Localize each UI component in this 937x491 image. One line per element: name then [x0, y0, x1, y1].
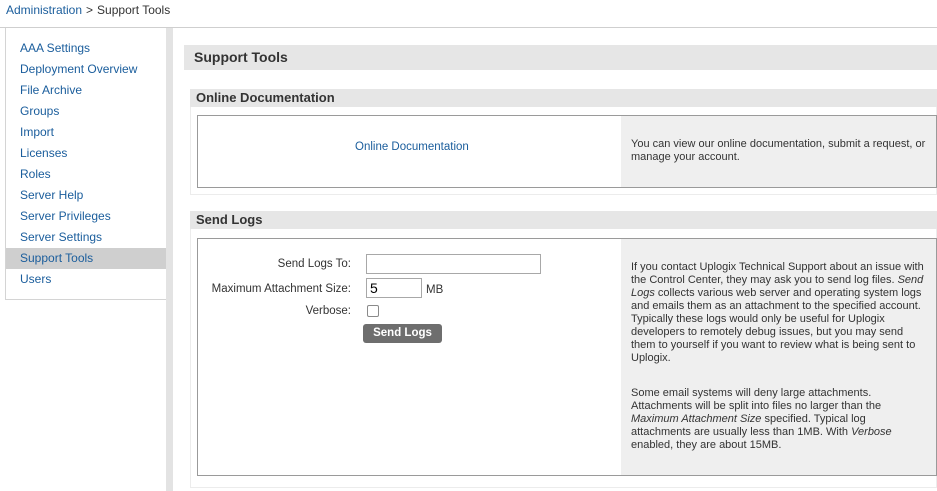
send-logs-to-label: Send Logs To:	[277, 258, 351, 270]
online-docs-header: Online Documentation	[190, 89, 937, 107]
breadcrumb-separator: >	[86, 3, 94, 17]
send-logs-header: Send Logs	[190, 211, 937, 229]
breadcrumb-current: Support Tools	[97, 3, 171, 17]
online-documentation-link[interactable]: Online Documentation	[355, 141, 469, 153]
sidebar-item-roles[interactable]: Roles	[6, 164, 167, 185]
sidebar-item-users[interactable]: Users	[6, 269, 167, 290]
help-text: Some email systems will deny large attac…	[631, 387, 882, 412]
send-logs-help-paragraph-1: If you contact Uplogix Technical Support…	[631, 261, 926, 365]
max-attachment-size-input[interactable]	[366, 278, 422, 298]
help-text: If you contact Uplogix Technical Support…	[631, 261, 924, 286]
breadcrumb-administration-link[interactable]: Administration	[6, 3, 82, 17]
sidebar-item-licenses[interactable]: Licenses	[6, 143, 167, 164]
sidebar: AAA Settings Deployment Overview File Ar…	[5, 28, 167, 300]
max-attachment-size-unit: MB	[426, 284, 444, 296]
send-logs-help: If you contact Uplogix Technical Support…	[621, 239, 936, 475]
sidebar-item-server-help[interactable]: Server Help	[6, 185, 167, 206]
sidebar-item-server-settings[interactable]: Server Settings	[6, 227, 167, 248]
online-docs-help: You can view our online documentation, s…	[621, 116, 936, 187]
sidebar-item-support-tools[interactable]: Support Tools	[6, 248, 167, 269]
sidebar-menu: AAA Settings Deployment Overview File Ar…	[6, 38, 167, 290]
max-attachment-size-label: Maximum Attachment Size:	[211, 283, 351, 295]
help-emphasis: Maximum Attachment Size	[631, 413, 762, 425]
main-content: Support Tools Online Documentation Onlin…	[173, 28, 937, 491]
sidebar-item-aaa-settings[interactable]: AAA Settings	[6, 38, 167, 59]
help-text: collects various web server and operatin…	[631, 287, 922, 364]
send-logs-to-input[interactable]	[366, 254, 541, 274]
sidebar-item-file-archive[interactable]: File Archive	[6, 80, 167, 101]
sidebar-item-import[interactable]: Import	[6, 122, 167, 143]
help-emphasis: Verbose	[851, 426, 892, 438]
sidebar-item-server-privileges[interactable]: Server Privileges	[6, 206, 167, 227]
send-logs-help-paragraph-2: Some email systems will deny large attac…	[631, 387, 926, 452]
send-logs-panel: Send Logs To: Maximum Attachment Size: M…	[197, 238, 937, 476]
page-title: Support Tools	[184, 45, 937, 70]
verbose-label: Verbose:	[305, 305, 351, 317]
sidebar-gutter	[166, 28, 173, 491]
online-docs-help-text: You can view our online documentation, s…	[631, 138, 926, 163]
help-text: enabled, they are about 15MB.	[631, 439, 782, 451]
online-docs-panel: Online Documentation You can view our on…	[197, 115, 937, 188]
verbose-checkbox[interactable]	[367, 305, 379, 317]
breadcrumb: Administration > Support Tools	[6, 3, 170, 17]
sidebar-item-deployment-overview[interactable]: Deployment Overview	[6, 59, 167, 80]
sidebar-item-groups[interactable]: Groups	[6, 101, 167, 122]
send-logs-button[interactable]: Send Logs	[363, 324, 442, 343]
